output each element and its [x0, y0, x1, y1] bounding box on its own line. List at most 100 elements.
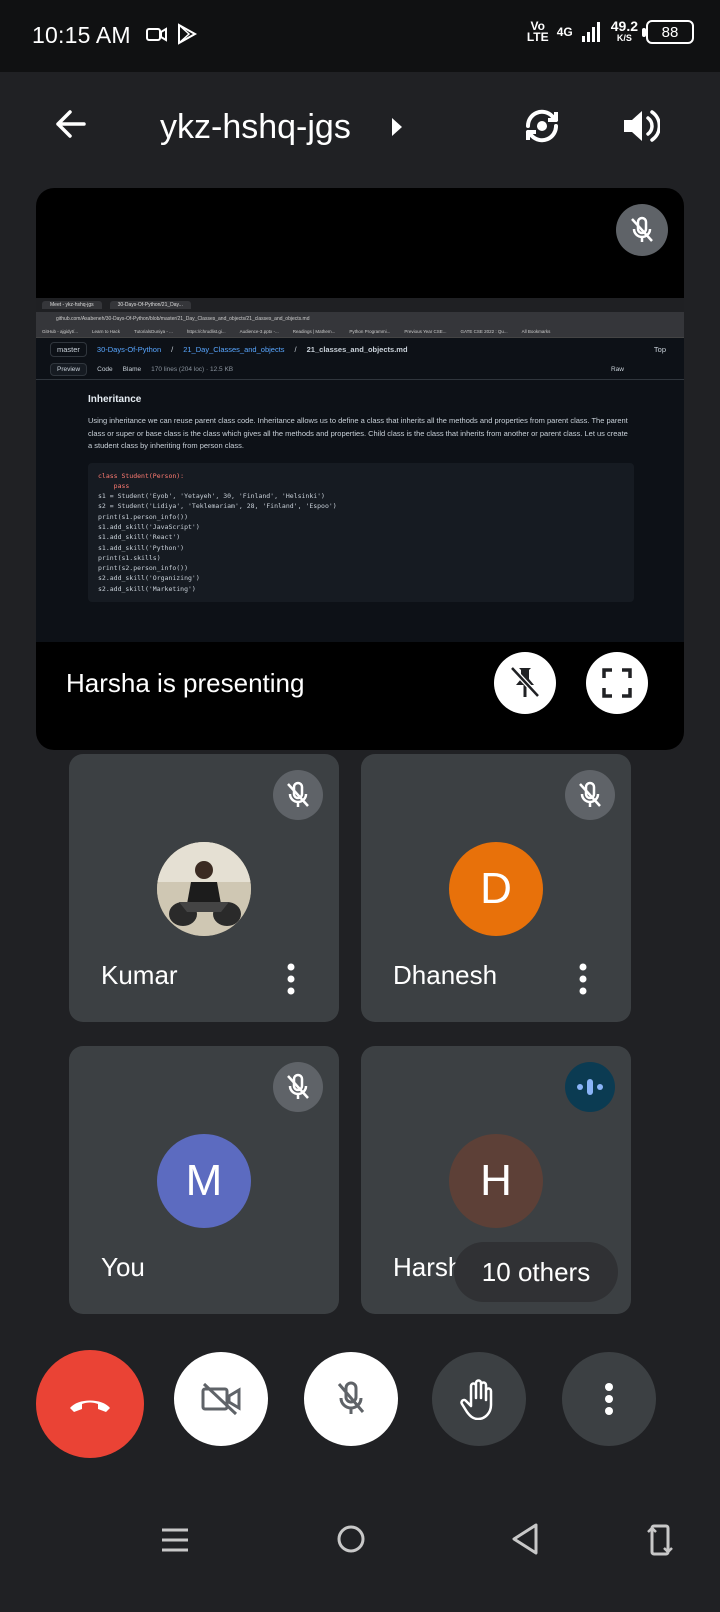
file-tabs: Preview Code Blame 170 lines (204 loc) ·… — [36, 360, 684, 380]
raise-hand-button[interactable] — [432, 1352, 526, 1446]
code-line: print(s1.person_info()) — [98, 512, 189, 521]
bookmark: Python Programmi... — [349, 329, 391, 334]
caret-right-icon[interactable] — [390, 116, 404, 138]
browser-tab-strip: Meet - ykz-hshq-jgs 30-Days-Of-Python/21… — [36, 298, 684, 312]
bookmark: Audience-3.pptx -... — [239, 329, 279, 334]
participant-tile[interactable]: M You — [69, 1046, 339, 1314]
participant-tile[interactable]: D Dhanesh — [361, 754, 631, 1022]
more-options-icon[interactable] — [281, 962, 301, 996]
bookmark: GitHub - ajgidyt/... — [42, 329, 79, 334]
speed-unit: K/S — [616, 33, 632, 43]
code-line: pass — [98, 481, 130, 490]
mic-off-icon — [337, 1381, 365, 1414]
raw-button: Raw — [610, 366, 624, 373]
battery-level: 88 — [661, 23, 679, 41]
camera-toggle-button[interactable] — [174, 1352, 268, 1446]
more-options-icon[interactable] — [573, 962, 593, 996]
bookmark: Learn to Hack — [92, 329, 121, 334]
others-chip[interactable]: 10 others — [454, 1242, 618, 1302]
code-line: s1 = Student('Eyob', 'Yetayeh', 30, 'Fin… — [98, 492, 325, 501]
path-repo: 30-Days-Of-Python — [96, 344, 162, 354]
clock: 10:15 AM — [32, 22, 131, 48]
participant-tile[interactable]: Kumar — [69, 754, 339, 1022]
browser-tab: 30-Days-Of-Python/21_Day... — [109, 301, 191, 309]
mic-off-icon — [579, 781, 601, 807]
muted-indicator — [273, 1062, 323, 1112]
mic-off-icon — [287, 1073, 309, 1099]
home-icon[interactable] — [336, 1524, 366, 1554]
code-line: s2.add_skill('Organizing') — [98, 574, 200, 583]
network-type: 4G — [556, 25, 573, 39]
raise-hand-icon — [460, 1379, 493, 1420]
muted-indicator — [273, 770, 323, 820]
avatar: M — [157, 1134, 251, 1228]
code-line: s1.add_skill('React') — [98, 533, 181, 542]
status-bar: 10:15 AM Vo LTE 4G 49.2 K/S 88 — [0, 0, 720, 72]
branch-selector: master — [50, 341, 87, 357]
mic-off-icon — [287, 781, 309, 807]
camera-off-icon — [201, 1382, 241, 1416]
unpin-button[interactable] — [494, 652, 556, 714]
bookmark: https://chrudlist.gi... — [186, 329, 226, 334]
end-call-button[interactable] — [36, 1350, 144, 1458]
top-link: Top — [653, 344, 666, 354]
repo-path-bar: master 30-Days-Of-Python/ 21_Day_Classes… — [36, 338, 684, 360]
speed-value: 49.2 — [610, 18, 638, 34]
section-heading: Inheritance — [88, 394, 142, 405]
mic-toggle-button[interactable] — [304, 1352, 398, 1446]
bookmark: TutorialsDuniya - ... — [134, 329, 173, 334]
bookmark: All Bookmarks — [521, 329, 551, 334]
avatar-photo — [157, 842, 251, 936]
recent-apps-icon[interactable] — [160, 1526, 190, 1554]
bookmarks-bar: GitHub - ajgidyt/... Learn to Hack Tutor… — [36, 326, 684, 338]
speaker-icon[interactable] — [620, 104, 660, 148]
markdown-content: Inheritance Using inheritance we can reu… — [36, 380, 684, 603]
file-info: 170 lines (204 loc) · 12.5 KB — [151, 366, 234, 373]
back-icon[interactable] — [510, 1522, 540, 1556]
rotate-screen-icon[interactable] — [646, 1522, 674, 1558]
code-line: print(s1.skills) — [98, 553, 161, 562]
system-nav-bar — [0, 1486, 720, 1612]
battery-icon: 88 — [642, 20, 694, 44]
person-on-motorbike-image — [157, 842, 251, 936]
tab-preview: Preview — [50, 363, 88, 376]
fullscreen-button[interactable] — [586, 652, 648, 714]
avatar-initial: H — [480, 1156, 512, 1205]
code-line: class Student(Person): — [98, 471, 185, 480]
browser-url: github.com/Asabeneh/30-Days-Of-Python/bl… — [36, 312, 684, 326]
shared-screen: Meet - ykz-hshq-jgs 30-Days-Of-Python/21… — [36, 298, 684, 642]
avatar-initial: M — [185, 1156, 223, 1205]
more-options-button[interactable] — [562, 1352, 656, 1446]
avatar: D — [449, 842, 543, 936]
path-dir: 21_Day_Classes_and_objects — [183, 344, 285, 354]
participant-name: Dhanesh — [393, 960, 498, 990]
path-file: 21_classes_and_objects.md — [306, 344, 408, 354]
participant-name: You — [101, 1252, 145, 1282]
mic-off-icon — [631, 216, 653, 242]
fullscreen-icon — [602, 668, 632, 698]
tab-code: Code — [97, 366, 113, 373]
presentation-stage[interactable]: Meet - ykz-hshq-jgs 30-Days-Of-Python/21… — [36, 188, 684, 750]
meeting-code[interactable]: ykz-hshq-jgs — [160, 108, 351, 147]
participant-name: Kumar — [101, 960, 178, 990]
signal-icon — [581, 22, 600, 42]
switch-camera-icon[interactable] — [520, 104, 564, 148]
bookmark: Previous Year CSE... — [404, 329, 447, 334]
bookmark: GATE CSE 2022 : Qu... — [460, 329, 508, 334]
back-arrow-icon[interactable] — [52, 106, 88, 142]
muted-indicator — [565, 770, 615, 820]
more-vert-icon — [605, 1383, 613, 1415]
call-controls — [0, 1336, 720, 1486]
code-line: s1.add_skill('JavaScript') — [98, 522, 200, 531]
code-line: s2.add_skill('Marketing') — [98, 584, 196, 593]
meeting-header: ykz-hshq-jgs — [0, 72, 720, 182]
section-paragraph: Using inheritance we can reuse parent cl… — [88, 416, 628, 450]
play-store-icon — [178, 23, 198, 45]
speaking-indicator — [565, 1062, 615, 1112]
volte-label: Vo LTE — [526, 19, 549, 44]
presenter-muted-indicator — [616, 204, 668, 256]
tab-blame: Blame — [122, 366, 142, 373]
code-block: class Student(Person): pass s1 = Student(… — [88, 462, 634, 603]
hang-up-icon — [70, 1400, 110, 1412]
code-line: s2 = Student('Lidiya', 'Teklemariam', 28… — [98, 502, 337, 511]
